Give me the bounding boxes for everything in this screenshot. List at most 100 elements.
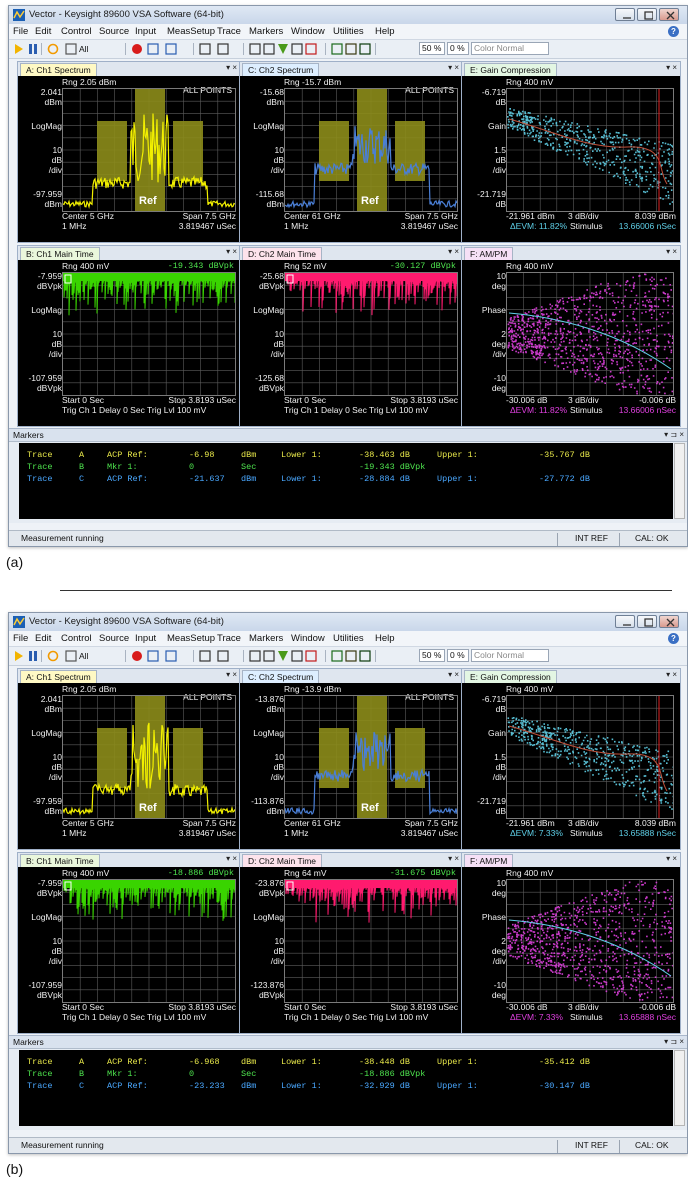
- digital-persist-icon[interactable]: [359, 43, 371, 55]
- menu-control[interactable]: Control: [61, 26, 92, 37]
- color-mode-dropdown[interactable]: Color Normal: [471, 649, 549, 662]
- minimize-button[interactable]: [615, 615, 635, 628]
- panel-window-controls[interactable]: ▾ ×: [448, 63, 459, 72]
- waterfall-icon[interactable]: [331, 650, 343, 662]
- filter-all-dropdown[interactable]: All: [79, 651, 88, 663]
- calibrate-icon[interactable]: [165, 650, 177, 662]
- menu-markers[interactable]: Markers: [249, 633, 283, 644]
- panel-tab-a[interactable]: A: Ch1 Spectrum: [20, 63, 97, 76]
- panel-window-controls[interactable]: ▾ ×: [666, 854, 677, 863]
- pause-icon[interactable]: [27, 650, 39, 662]
- panel-tab-c[interactable]: C: Ch2 Spectrum: [242, 63, 320, 76]
- menu-window[interactable]: Window: [291, 633, 325, 644]
- menu-trace[interactable]: Trace: [217, 633, 241, 644]
- spectrum-icon[interactable]: [147, 650, 159, 662]
- panel-window-controls[interactable]: ▾ ×: [226, 854, 237, 863]
- menu-markers[interactable]: Markers: [249, 26, 283, 37]
- record-icon[interactable]: [131, 43, 143, 55]
- filter-icon[interactable]: [65, 43, 77, 55]
- layout-icon[interactable]: [199, 650, 211, 662]
- menu-help[interactable]: Help: [375, 633, 395, 644]
- panel-window-controls[interactable]: ▾ ×: [226, 247, 237, 256]
- menu-input[interactable]: Input: [135, 26, 156, 37]
- panel-tab-b[interactable]: B: Ch1 Main Time: [20, 854, 100, 867]
- panel-tab-e[interactable]: E: Gain Compression: [464, 63, 557, 76]
- filter-all-dropdown[interactable]: All: [79, 44, 88, 56]
- panel-window-controls[interactable]: ▾ ×: [226, 670, 237, 679]
- menu-file[interactable]: File: [13, 633, 28, 644]
- panel-tab-d[interactable]: D: Ch2 Main Time: [242, 854, 323, 867]
- tile-icon[interactable]: [217, 650, 229, 662]
- menu-utilities[interactable]: Utilities: [333, 633, 364, 644]
- pan-icon[interactable]: [263, 43, 275, 55]
- marker-icon[interactable]: [291, 43, 303, 55]
- close-button[interactable]: [659, 615, 679, 628]
- panel-tab-d[interactable]: D: Ch2 Main Time: [242, 247, 323, 260]
- pan-icon[interactable]: [263, 650, 275, 662]
- menu-meassetup[interactable]: MeasSetup: [167, 633, 215, 644]
- panel-window-controls[interactable]: ▾ ×: [226, 63, 237, 72]
- menu-control[interactable]: Control: [61, 633, 92, 644]
- maximize-button[interactable]: [637, 8, 657, 21]
- persist-percent-field[interactable]: 0 %: [447, 649, 469, 662]
- panel-window-controls[interactable]: ▾ ×: [666, 247, 677, 256]
- menu-window[interactable]: Window: [291, 26, 325, 37]
- peak-marker-icon[interactable]: [277, 650, 289, 662]
- spectrum-icon[interactable]: [147, 43, 159, 55]
- color-mode-dropdown[interactable]: Color Normal: [471, 42, 549, 55]
- restart-icon[interactable]: [47, 43, 59, 55]
- persist-percent-field[interactable]: 0 %: [447, 42, 469, 55]
- panel-tab-f[interactable]: F: AM/PM: [464, 854, 514, 867]
- marker-icon[interactable]: [291, 650, 303, 662]
- panel-window-controls[interactable]: ▾ ×: [666, 63, 677, 72]
- menu-help[interactable]: Help: [375, 26, 395, 37]
- minimize-button[interactable]: [615, 8, 635, 21]
- panel-window-controls[interactable]: ▾ ×: [448, 854, 459, 863]
- panel-tab-b[interactable]: B: Ch1 Main Time: [20, 247, 100, 260]
- help-icon[interactable]: ?: [668, 633, 679, 644]
- panel-tab-e[interactable]: E: Gain Compression: [464, 670, 557, 683]
- waterfall-icon[interactable]: [331, 43, 343, 55]
- help-icon[interactable]: ?: [668, 26, 679, 37]
- menu-file[interactable]: File: [13, 26, 28, 37]
- restart-icon[interactable]: [47, 650, 59, 662]
- play-icon[interactable]: [13, 43, 25, 55]
- menu-source[interactable]: Source: [99, 633, 129, 644]
- tile-icon[interactable]: [217, 43, 229, 55]
- panel-tab-f[interactable]: F: AM/PM: [464, 247, 514, 260]
- play-icon[interactable]: [13, 650, 25, 662]
- panel-tab-a[interactable]: A: Ch1 Spectrum: [20, 670, 97, 683]
- panel-window-controls[interactable]: ▾ ×: [448, 247, 459, 256]
- menu-utilities[interactable]: Utilities: [333, 26, 364, 37]
- markers-window-controls[interactable]: ▾ ⊐ ×: [664, 1037, 684, 1046]
- filter-icon[interactable]: [65, 650, 77, 662]
- close-button[interactable]: [659, 8, 679, 21]
- marker-m-icon[interactable]: [305, 650, 317, 662]
- panel-window-controls[interactable]: ▾ ×: [666, 670, 677, 679]
- menu-trace[interactable]: Trace: [217, 26, 241, 37]
- menu-source[interactable]: Source: [99, 26, 129, 37]
- menu-edit[interactable]: Edit: [35, 26, 51, 37]
- calibrate-icon[interactable]: [165, 43, 177, 55]
- menu-edit[interactable]: Edit: [35, 633, 51, 644]
- record-icon[interactable]: [131, 650, 143, 662]
- marker-m-icon[interactable]: [305, 43, 317, 55]
- pause-icon[interactable]: [27, 43, 39, 55]
- digital-persist-icon[interactable]: [359, 650, 371, 662]
- menu-meassetup[interactable]: MeasSetup: [167, 26, 215, 37]
- pointer-icon[interactable]: [249, 650, 261, 662]
- peak-marker-icon[interactable]: [277, 43, 289, 55]
- zoom-percent-field[interactable]: 50 %: [419, 42, 445, 55]
- menu-input[interactable]: Input: [135, 633, 156, 644]
- zoom-percent-field[interactable]: 50 %: [419, 649, 445, 662]
- maximize-button[interactable]: [637, 615, 657, 628]
- pointer-icon[interactable]: [249, 43, 261, 55]
- layout-icon[interactable]: [199, 43, 211, 55]
- markers-scrollbar[interactable]: [674, 1050, 685, 1126]
- markers-scrollbar[interactable]: [674, 443, 685, 519]
- panel-tab-c[interactable]: C: Ch2 Spectrum: [242, 670, 320, 683]
- spectrogram-icon[interactable]: [345, 43, 357, 55]
- markers-window-controls[interactable]: ▾ ⊐ ×: [664, 430, 684, 439]
- panel-window-controls[interactable]: ▾ ×: [448, 670, 459, 679]
- spectrogram-icon[interactable]: [345, 650, 357, 662]
